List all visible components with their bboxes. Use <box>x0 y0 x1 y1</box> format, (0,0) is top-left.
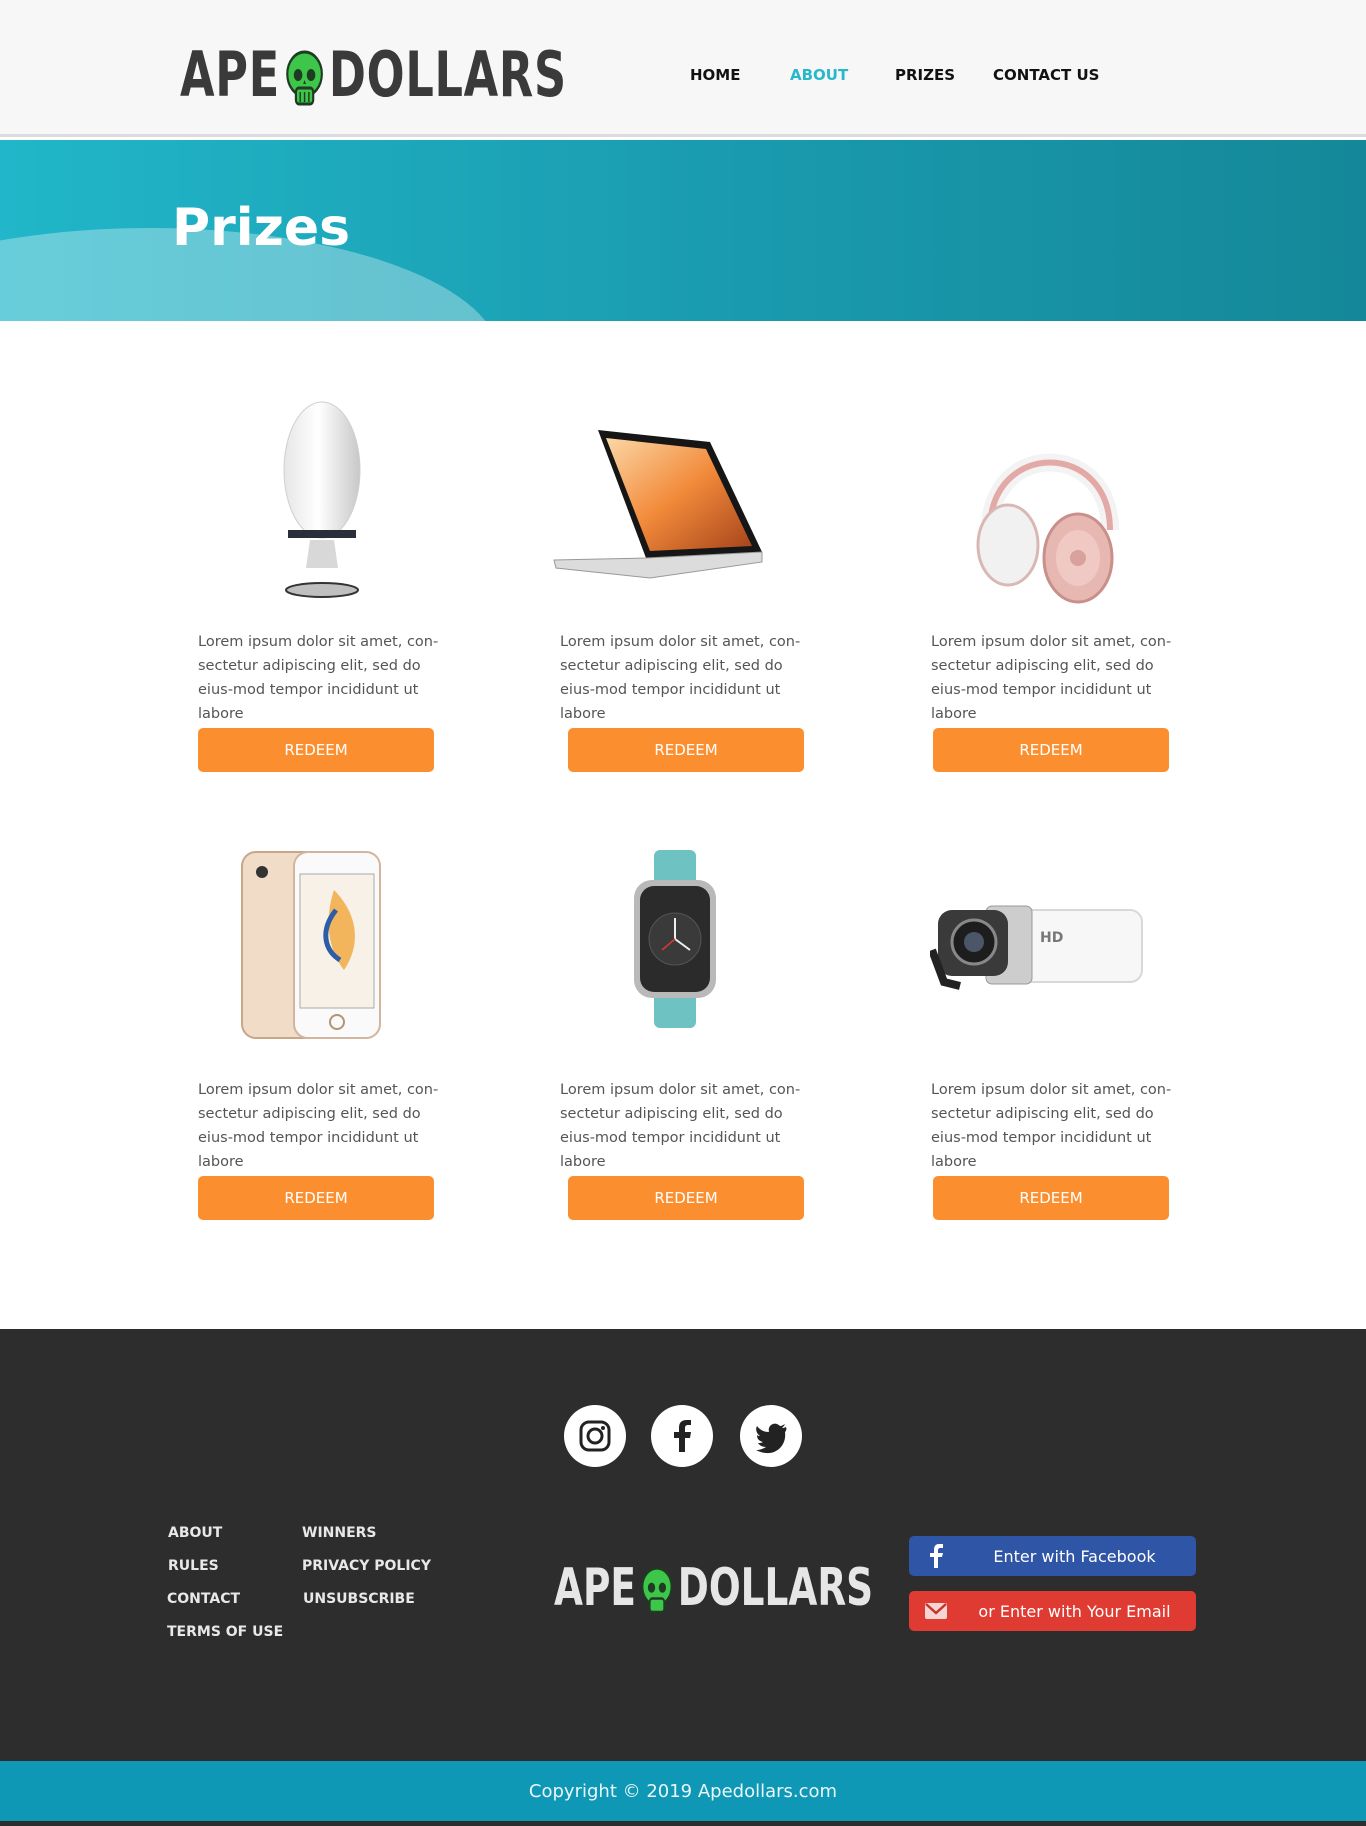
redeem-button[interactable]: REDEEM <box>198 1176 434 1220</box>
footer-logo-text-right: DOLLARS <box>677 1558 874 1618</box>
redeem-button[interactable]: REDEEM <box>568 728 804 772</box>
redeem-button[interactable]: REDEEM <box>933 1176 1169 1220</box>
facebook-icon <box>909 1544 963 1568</box>
footer-link-rules[interactable]: RULES <box>168 1558 219 1574</box>
prize-description: Lorem ipsum dolor sit amet, con-sectetur… <box>560 1082 801 1170</box>
nav-prizes[interactable]: PRIZES <box>895 66 955 84</box>
footer-link-contact[interactable]: CONTACT <box>167 1591 240 1607</box>
instagram-icon[interactable] <box>564 1405 626 1467</box>
svg-text:HD: HD <box>1040 930 1063 946</box>
logo-text-right: DOLLARS <box>328 38 567 111</box>
hero-banner: Prizes <box>0 140 1366 321</box>
footer-link-about[interactable]: ABOUT <box>168 1525 222 1541</box>
skull-icon <box>641 1567 673 1614</box>
prize-description: Lorem ipsum dolor sit amet, con-sectetur… <box>198 1082 439 1170</box>
smartwatch-image <box>634 850 716 1028</box>
bottom-strip <box>0 1821 1366 1826</box>
site-logo[interactable]: APE DOLLARS <box>180 38 717 112</box>
speaker-image <box>283 401 361 598</box>
copyright-text: Copyright © 2019 Apedollars.com <box>528 1780 838 1802</box>
prize-description: Lorem ipsum dolor sit amet, con-sectetur… <box>198 634 439 722</box>
nav-contact-us[interactable]: CONTACT US <box>993 66 1099 84</box>
redeem-button[interactable]: REDEEM <box>198 728 434 772</box>
mail-icon <box>909 1602 963 1620</box>
prize-description: Lorem ipsum dolor sit amet, con-sectetur… <box>931 634 1172 722</box>
enter-email-label: or Enter with Your Email <box>978 1601 1171 1621</box>
logo-wordmark: APE DOLLARS <box>180 38 567 112</box>
headphones-image <box>976 453 1119 604</box>
nav-home[interactable]: HOME <box>690 66 740 84</box>
camcorder-image: HD <box>930 905 1143 990</box>
footer-link-unsubscribe[interactable]: UNSUBSCRIBE <box>303 1591 415 1607</box>
site-header: APE DOLLARS HOME ABOUT PRIZES CONTACT US <box>0 0 1366 137</box>
prize-description: Lorem ipsum dolor sit amet, con-sectetur… <box>560 634 801 722</box>
page-title: Prizes <box>172 198 351 258</box>
footer-link-privacy-policy[interactable]: PRIVACY POLICY <box>302 1558 431 1574</box>
redeem-button[interactable]: REDEEM <box>933 728 1169 772</box>
footer-link-terms-of-use[interactable]: TERMS OF USE <box>167 1624 283 1640</box>
footer-link-winners[interactable]: WINNERS <box>302 1525 377 1541</box>
copyright-bar: Copyright © 2019 Apedollars.com <box>0 1761 1366 1821</box>
prize-description: Lorem ipsum dolor sit amet, con-sectetur… <box>931 1082 1172 1170</box>
logo-text-left: APE <box>180 38 280 111</box>
site-footer: ABOUT RULES CONTACT TERMS OF USE WINNERS… <box>0 1329 1366 1761</box>
twitter-icon[interactable] <box>740 1405 802 1467</box>
smartphone-image <box>241 851 381 1039</box>
laptop-image <box>553 430 763 579</box>
enter-facebook-label: Enter with Facebook <box>993 1546 1156 1566</box>
enter-with-facebook-button[interactable]: Enter with Facebook <box>909 1536 1196 1576</box>
facebook-icon[interactable] <box>651 1405 713 1467</box>
footer-logo-text-left: APE <box>554 1558 637 1618</box>
skull-icon <box>286 50 323 106</box>
nav-about[interactable]: ABOUT <box>790 66 848 84</box>
enter-with-email-button[interactable]: or Enter with Your Email <box>909 1591 1196 1631</box>
redeem-button[interactable]: REDEEM <box>568 1176 804 1220</box>
